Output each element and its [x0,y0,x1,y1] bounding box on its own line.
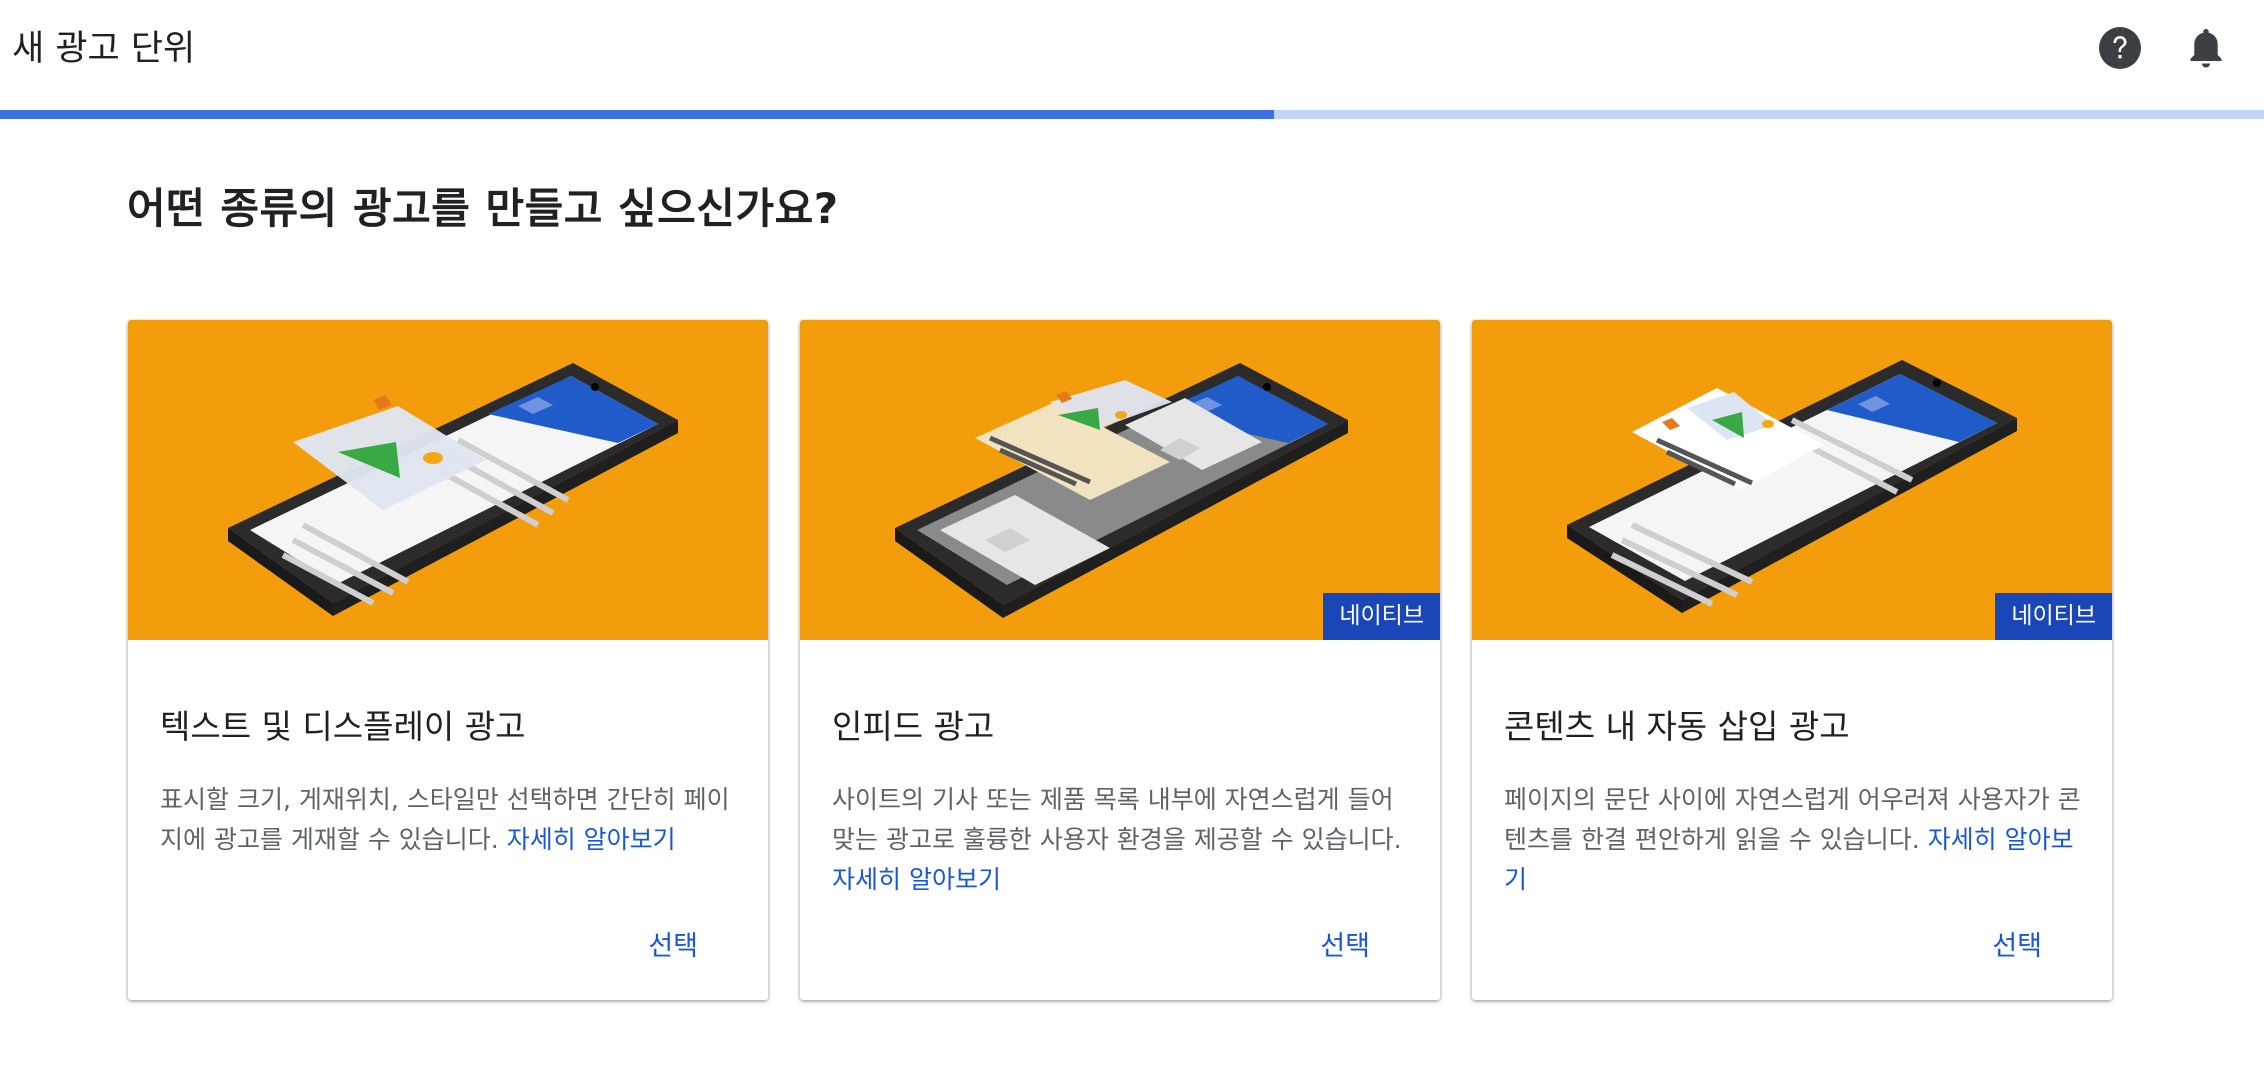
select-button[interactable]: 선택 [648,924,698,963]
learn-more-link[interactable]: 자세히 알아보기 [832,865,1001,894]
progress-fill [0,110,1274,119]
card-title: 텍스트 및 디스플레이 광고 [160,707,526,746]
card-description: 표시할 크기, 게재위치, 스타일만 선택하면 간단히 페이지에 광고를 게재할… [160,785,730,854]
ad-type-card-display[interactable]: 텍스트 및 디스플레이 광고 표시할 크기, 게재위치, 스타일만 선택하면 간… [128,320,768,1000]
bell-icon [2190,29,2222,68]
card-title: 인피드 광고 [832,707,995,746]
card-illustration: 네이티브 [800,320,1440,640]
card-description: 페이지의 문단 사이에 자연스럽게 어우러져 사용자가 콘텐츠를 한결 편안하게… [1504,785,2081,894]
section-heading: 어떤 종류의 광고를 만들고 싶으신가요? [127,184,839,233]
step-progress-bar [0,110,2264,119]
help-circle-icon [2099,27,2141,69]
ad-type-card-infeed[interactable]: 네이티브 인피드 광고 사이트의 기사 또는 제품 목록 내부에 자연스럽게 들… [800,320,1440,1000]
card-title: 콘텐츠 내 자동 삽입 광고 [1504,707,1850,746]
native-badge: 네이티브 [1995,593,2112,640]
card-illustration [128,320,768,640]
notifications-button[interactable] [2180,22,2232,74]
select-button[interactable]: 선택 [1992,924,2042,963]
app-header: 새 광고 단위 [0,0,2264,110]
native-badge: 네이티브 [1323,593,1440,640]
phone-display-ad-illustration [228,363,678,616]
select-button[interactable]: 선택 [1320,924,1370,963]
card-illustration: 네이티브 [1472,320,2112,640]
phone-infeed-ad-illustration [895,363,1348,618]
help-button[interactable] [2094,22,2146,74]
phone-in-article-ad-illustration [1567,360,2017,613]
card-description: 사이트의 기사 또는 제품 목록 내부에 자연스럽게 들어맞는 광고로 훌륭한 … [832,785,1402,894]
ad-type-card-in-article[interactable]: 네이티브 콘텐츠 내 자동 삽입 광고 페이지의 문단 사이에 자연스럽게 어우… [1472,320,2112,1000]
learn-more-link[interactable]: 자세히 알아보기 [507,825,676,854]
page-title: 새 광고 단위 [12,29,196,69]
